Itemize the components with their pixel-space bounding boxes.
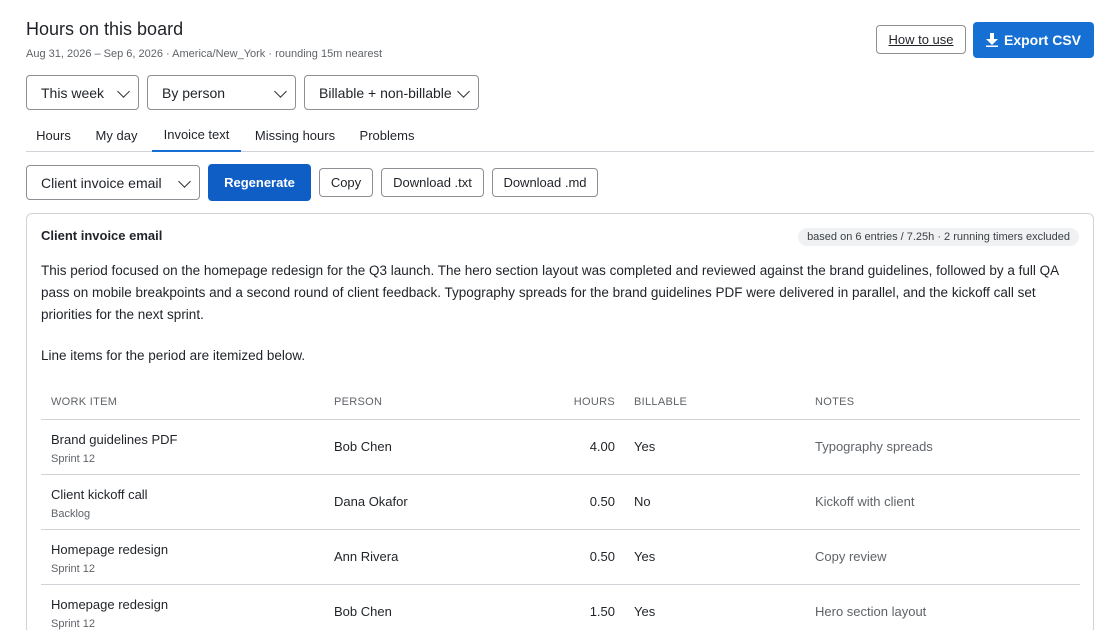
work-item-sprint: Backlog	[51, 508, 91, 520]
invoice-paragraph: This period focused on the homepage rede…	[41, 263, 1059, 322]
template-select[interactable]: Client invoice email	[26, 165, 200, 200]
invoice-paragraph-2: Line items for the period are itemized b…	[41, 348, 306, 363]
export-csv-button[interactable]: Export CSV	[973, 22, 1094, 58]
notes-cell: Copy review	[815, 549, 887, 564]
download-arrow-icon	[985, 33, 998, 47]
table-row: Client kickoff call Backlog Dana Okafor …	[41, 475, 1080, 530]
invoice-card: Client invoice email based on 6 entries …	[26, 213, 1094, 630]
hours-cell: 0.50	[589, 549, 615, 564]
col-hours: HOURS	[573, 396, 615, 408]
tab-missing-hours[interactable]: Missing hours	[248, 118, 342, 152]
person-cell: Bob Chen	[334, 439, 392, 454]
notes-cell: Kickoff with client	[815, 494, 915, 509]
work-item-sprint: Sprint 12	[51, 563, 96, 575]
group-select-value: By person	[162, 84, 226, 101]
billable-cell: Yes	[634, 439, 656, 454]
page-header: Hours on this board Aug 31, 2026 – Sep 6…	[26, 18, 382, 60]
period-select-value: This week	[41, 84, 105, 101]
template-select-value: Client invoice email	[41, 174, 162, 191]
page-title: Hours on this board	[26, 19, 184, 39]
billable-cell: No	[634, 494, 651, 509]
hours-cell: 4.00	[589, 439, 615, 454]
download-txt-button[interactable]: Download .txt	[381, 168, 484, 197]
billable-cell: Yes	[634, 604, 656, 619]
hours-cell: 1.50	[589, 604, 615, 619]
chevron-down-icon	[117, 84, 130, 98]
work-item-sprint: Sprint 12	[51, 453, 96, 465]
tab-my-day[interactable]: My day	[86, 118, 147, 152]
work-item-name: Homepage redesign	[51, 542, 169, 557]
download-md-button[interactable]: Download .md	[492, 168, 598, 197]
col-billable: BILLABLE	[634, 396, 688, 408]
work-item-name: Homepage redesign	[51, 597, 169, 612]
billing-select[interactable]: Billable + non-billable	[304, 75, 479, 110]
line-items-table: WORK ITEM PERSON HOURS BILLABLE NOTES Br…	[41, 386, 1080, 630]
work-item-sprint: Sprint 12	[51, 618, 96, 630]
col-person: PERSON	[334, 396, 383, 408]
period-select[interactable]: This week	[26, 75, 139, 110]
entries-badge: based on 6 entries / 7.25h · 2 running t…	[798, 228, 1079, 246]
table-row: Homepage redesign Sprint 12 Ann Rivera 0…	[41, 530, 1080, 585]
work-item-name: Brand guidelines PDF	[51, 432, 178, 447]
export-csv-label: Export CSV	[1003, 32, 1081, 48]
notes-cell: Hero section layout	[815, 604, 927, 619]
tab-bar: Hours My day Invoice text Missing hours …	[26, 118, 1094, 152]
page-subtitle: Aug 31, 2026 – Sep 6, 2026 · America/New…	[26, 48, 383, 60]
person-cell: Bob Chen	[334, 604, 392, 619]
table-row: Homepage redesign Sprint 12 Bob Chen 1.5…	[41, 585, 1080, 630]
tab-hours[interactable]: Hours	[26, 118, 81, 152]
tab-problems[interactable]: Problems	[354, 118, 420, 152]
hours-cell: 0.50	[589, 494, 615, 509]
billable-cell: Yes	[634, 549, 656, 564]
chevron-down-icon	[178, 174, 191, 188]
col-notes: NOTES	[815, 396, 855, 408]
person-cell: Ann Rivera	[334, 549, 399, 564]
how-to-use-button[interactable]: How to use	[876, 25, 966, 54]
chevron-down-icon	[457, 84, 470, 98]
table-row: Brand guidelines PDF Sprint 12 Bob Chen …	[41, 420, 1080, 475]
copy-button[interactable]: Copy	[319, 168, 373, 197]
chevron-down-icon	[274, 84, 287, 98]
work-item-name: Client kickoff call	[51, 487, 148, 502]
regenerate-button[interactable]: Regenerate	[208, 164, 311, 201]
person-cell: Dana Okafor	[334, 494, 408, 509]
table-header: WORK ITEM PERSON HOURS BILLABLE NOTES	[41, 386, 1080, 420]
billing-select-value: Billable + non-billable	[319, 84, 452, 101]
group-select[interactable]: By person	[147, 75, 296, 110]
col-work-item: WORK ITEM	[51, 396, 118, 408]
card-title: Client invoice email	[41, 228, 163, 243]
tab-invoice-text[interactable]: Invoice text	[152, 118, 241, 152]
notes-cell: Typography spreads	[815, 439, 933, 454]
